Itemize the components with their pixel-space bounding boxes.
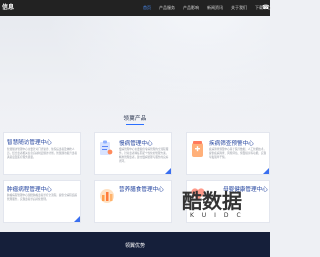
card-description: 疾病筛查预警中心基于医疗数据、人工智能技术，提供疾病筛查、风险评估、预警提示等功… <box>209 148 267 159</box>
top-navigation-bar: 信息 首页 产品服务 产品影响 新闻资讯 关于我们 下载中心 ☎ <box>0 0 271 16</box>
card-corner-accent <box>263 168 269 174</box>
card-corner-accent <box>74 216 80 222</box>
card-title: 慢病管理中心 <box>119 141 153 147</box>
product-card-followup[interactable]: 智慧随访管理中心 智慧随访管理中心主要针对门诊复诊、住院后患者及体检人员，结合患… <box>3 132 81 175</box>
product-card-screening[interactable]: 疾病筛查预警中心 疾病筛查预警中心基于医疗数据、人工智能技术，提供疾病筛查、风险… <box>186 132 270 175</box>
section-underline <box>126 124 144 125</box>
advantages-title: 领翼优势 <box>124 243 145 249</box>
product-card-chronic[interactable]: 慢病管理中心 慢病管理中心主要提供专病管理的全流程服务，针对患者特征匹配个性化的… <box>94 132 172 175</box>
card-title: 疾病筛查预警中心 <box>209 141 254 147</box>
medicine-icon <box>190 140 206 162</box>
site-logo[interactable]: 信息 <box>0 0 14 16</box>
nav-item-products[interactable]: 产品服务 <box>159 0 175 16</box>
card-corner-accent <box>165 168 171 174</box>
product-card-oncology[interactable]: 肿瘤病程管理中心 肿瘤病程管理中心围绕肿瘤患者诊疗全流程，提供全病程追踪管理服务… <box>3 180 81 223</box>
card-description: 肿瘤病程管理中心围绕肿瘤患者诊疗全流程，提供全病程追踪管理服务，实现患者诊后持续… <box>7 194 78 201</box>
card-description: 慢病管理中心主要提供专病管理的全流程服务，针对患者特征匹配个性化的管理方案，精准… <box>119 148 169 163</box>
phone-icon[interactable]: ☎ <box>262 4 270 12</box>
nav-item-home[interactable]: 首页 <box>143 0 151 16</box>
watermark-text: 酷数据 <box>182 189 242 213</box>
clipboard-icon <box>99 140 113 160</box>
nav-item-impact[interactable]: 产品影响 <box>183 0 199 16</box>
hero-banner <box>0 0 270 150</box>
card-title: 肿瘤病程管理中心 <box>7 187 52 193</box>
section-title: 领翼产品 <box>123 116 147 122</box>
bar-chart-icon <box>98 186 116 208</box>
card-description: 智慧随访管理中心主要针对门诊复诊、住院后患者及体检人员，结合患者相关信息自动制定… <box>7 148 78 159</box>
watermark-subtext: KUIDC <box>190 212 249 219</box>
card-title: 智慧随访管理中心 <box>7 140 52 146</box>
main-nav: 首页 产品服务 产品影响 新闻资讯 关于我们 下载中心 <box>143 0 279 16</box>
nav-item-news[interactable]: 新闻资讯 <box>207 0 223 16</box>
nav-item-about[interactable]: 关于我们 <box>231 0 247 16</box>
